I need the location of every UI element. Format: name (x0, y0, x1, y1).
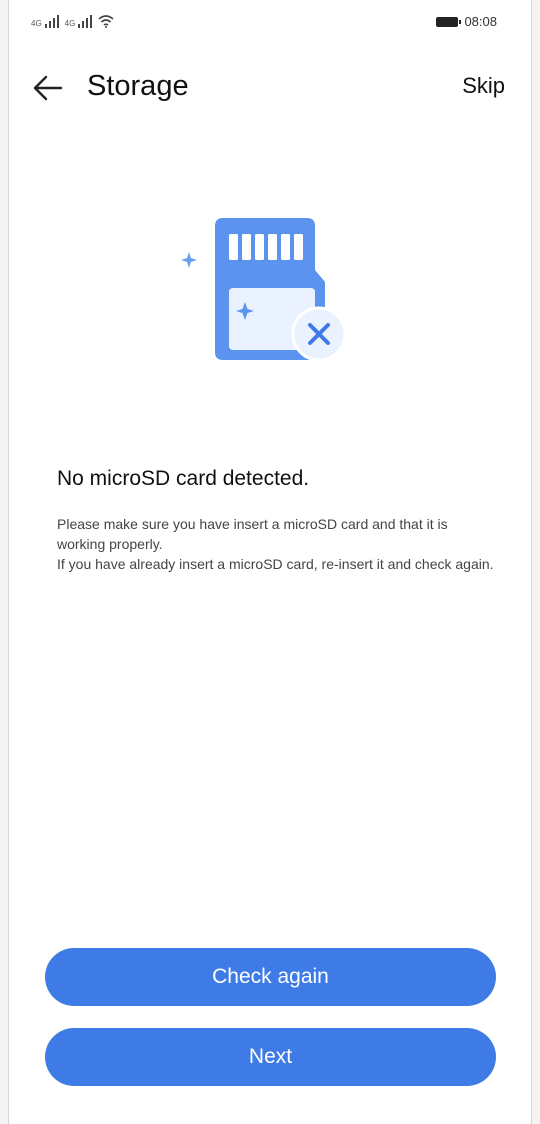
battery-icon (436, 16, 462, 27)
cellular-signal-icon-1: 4G (31, 14, 59, 28)
status-time: 08:08 (464, 14, 497, 29)
back-arrow-icon[interactable] (31, 72, 65, 104)
signal-label-1: 4G (31, 19, 42, 28)
app-bar: Storage Skip (9, 60, 531, 116)
status-bar: 4G 4G 08:08 (9, 0, 531, 50)
description-line-1: Please make sure you have insert a micro… (57, 516, 448, 552)
description-line-2: If you have already insert a microSD car… (57, 556, 494, 572)
wifi-icon (98, 15, 114, 28)
signal-indicators: 4G 4G (31, 14, 114, 28)
check-again-button[interactable]: Check again (45, 948, 496, 1006)
battery-time-group: 08:08 (436, 14, 497, 29)
signal-label-2: 4G (64, 19, 76, 28)
phone-screen: 4G 4G 08:08 Storage Skip No microSD card… (8, 0, 532, 1124)
microsd-card-not-detected-icon (181, 218, 347, 362)
skip-button[interactable]: Skip (462, 73, 505, 99)
cellular-signal-icon-2: 4G (65, 14, 93, 28)
next-button[interactable]: Next (45, 1028, 496, 1086)
description-text: Please make sure you have insert a micro… (57, 514, 497, 574)
page-title: Storage (87, 70, 189, 102)
no-card-headline: No microSD card detected. (57, 467, 310, 490)
